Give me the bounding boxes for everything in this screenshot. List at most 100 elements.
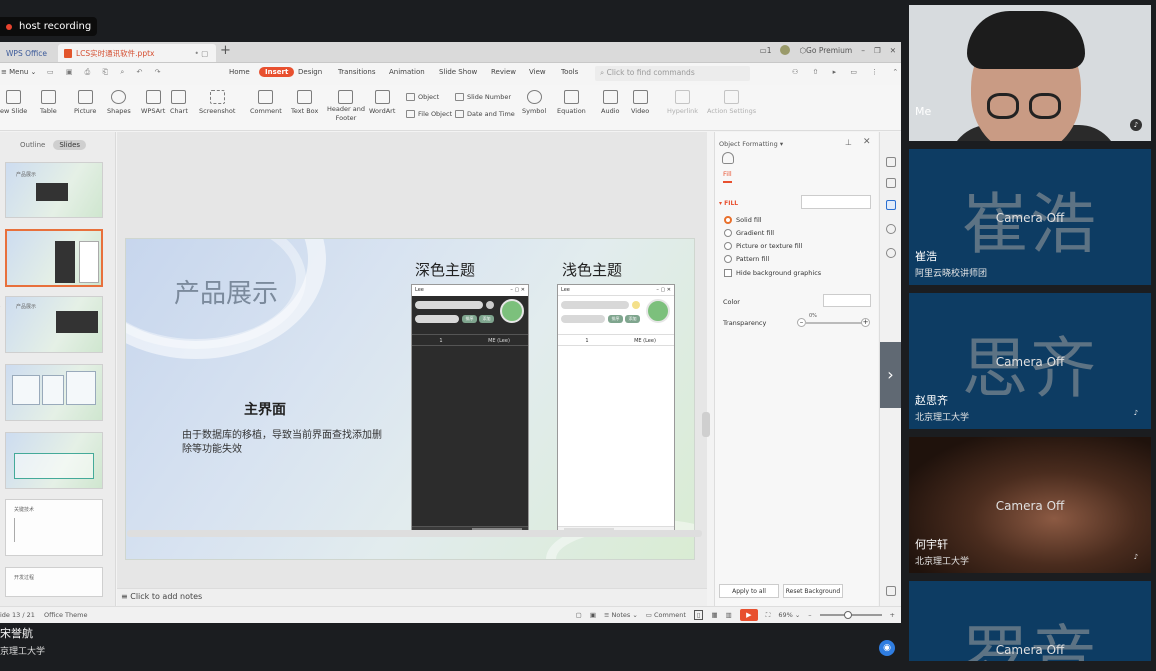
dark-theme-screenshot[interactable]: Lee – ▢ ✕ 排序 添加 1 ME (Lee) [411,284,529,534]
help-icon[interactable] [886,248,896,258]
date-time-button[interactable]: Date and Time [455,110,515,118]
comment-toggle[interactable]: ▭ Comment [646,611,686,619]
video-button[interactable]: Video [631,90,649,115]
slide-description[interactable]: 由于数据库的移植，导致当前界面查找添加删除等功能失效 [182,429,382,457]
panel-close-icon[interactable]: ✕ [863,137,871,147]
new-tab-button[interactable]: + [220,43,231,58]
zoom-dropdown[interactable]: 69% ⌄ [778,611,800,619]
light-theme-label[interactable]: 浅色主题 [562,259,622,280]
menu-item-slide-show[interactable]: Slide Show [439,68,477,76]
chart-button[interactable]: Chart [170,90,188,115]
user-avatar-icon[interactable] [780,45,791,55]
slide-title[interactable]: 产品展示 [174,273,278,310]
menu-right-icons[interactable]: ⚇ ⇧ ▸ ▭ ⋮ ⌃ [792,68,901,76]
menu-item-design[interactable]: Design [298,68,322,76]
table-button[interactable]: Table [40,90,57,115]
go-premium-button[interactable]: ⬡Go Premium [799,46,852,55]
menu-item-transitions[interactable]: Transitions [338,68,376,76]
menu-button[interactable]: ≡ Menu ⌄ [1,68,36,76]
menu-item-review[interactable]: Review [491,68,516,76]
tab-pptx-file[interactable]: LCS实时通讯软件.pptx • ▢ [58,44,216,62]
file-object-button[interactable]: File Object [406,110,452,118]
slide-thumbnail-5[interactable] [5,364,103,421]
reading-icon[interactable]: ▣ [590,611,596,619]
fill-dropdown[interactable] [801,195,871,209]
minimize-icon[interactable]: – [861,46,865,55]
action-settings-button[interactable]: Action Settings [707,90,756,115]
participant-tile-me[interactable]: Me ♪ [909,5,1151,141]
object-button[interactable]: Object [406,93,439,101]
zoom-thumb[interactable] [843,611,852,619]
styles-icon[interactable] [886,157,896,167]
meeting-control-icon[interactable]: ◉ [879,640,895,656]
slide-thumbnail-2[interactable]: 产品展示 [5,162,103,218]
picture-button[interactable]: Picture [74,90,96,115]
quick-access-toolbar[interactable]: ▭ ▣ ⎙ ⎗ ⌕ ↶ ↷ [47,68,165,77]
main-interface-heading[interactable]: 主界面 [244,399,286,419]
participant-tile[interactable]: 思齐 Camera Off 赵思齐 北京理工大学 ♪ [909,293,1151,429]
zoom-slider[interactable] [819,611,882,619]
new-slide-button[interactable]: ew Slide [0,90,27,115]
history-icon[interactable] [886,224,896,234]
light-theme-screenshot[interactable]: Lee – ▢ ✕ 排序 添加 1 ME (Lee) [557,284,675,534]
menu-item-insert[interactable]: Insert [259,67,295,77]
menu-item-view[interactable]: View [529,68,546,76]
pattern-fill-option[interactable]: Pattern fill [724,255,769,263]
transparency-slider[interactable] [805,322,867,324]
menu-item-animation[interactable]: Animation [389,68,425,76]
reset-background-button[interactable]: Reset Background [783,584,843,598]
hide-background-checkbox[interactable]: Hide background graphics [724,269,821,277]
object-formatting-icon[interactable] [886,200,896,210]
fill-section-heading[interactable]: ▾ FILL [719,200,738,207]
command-search-input[interactable]: ⌕ Click to find commands [595,66,750,81]
picture-fill-option[interactable]: Picture or texture fill [724,242,802,250]
symbol-button[interactable]: Symbol [522,90,546,115]
grid-icon[interactable] [886,586,896,596]
slide-thumbnail-3-selected[interactable] [5,229,103,287]
slide-sorter-icon[interactable]: ▦ [711,611,717,619]
pin-icon[interactable]: ⊥ [845,138,852,147]
slide-thumbnail-8[interactable]: 开发过程 [5,567,103,597]
menu-item-home[interactable]: Home [229,68,250,76]
tab-close-icon[interactable]: • ▢ [194,49,208,58]
menu-item-tools[interactable]: Tools [561,68,578,76]
participant-tile[interactable]: Camera Off 何宇轩 北京理工大学 ♪ [909,437,1151,573]
notes-bar[interactable]: ≡ Click to add notes [117,588,707,606]
audio-button[interactable]: Audio [601,90,619,115]
solid-fill-option[interactable]: Solid fill [724,216,762,224]
equation-button[interactable]: Equation [557,90,586,115]
zoom-out-icon[interactable]: – [808,611,811,619]
slide-thumbnail-4[interactable]: 产品展示 [5,296,103,353]
shapes-button[interactable]: Shapes [107,90,131,115]
fit-window-icon[interactable]: ⛶ [766,611,771,620]
wpsart-button[interactable]: WPSArt [141,90,165,115]
normal-view-icon[interactable]: ▯ [693,610,704,620]
tab-slides[interactable]: Slides [53,140,87,150]
participant-tile[interactable]: 崔浩 Camera Off 崔浩 阿里云晓校讲师团 [909,149,1151,285]
window-layout-icon[interactable]: ▭1 [760,46,772,55]
reading-view-icon[interactable]: ▥ [726,611,732,619]
comment-button[interactable]: Comment [250,90,282,115]
horizontal-scrollbar[interactable] [127,530,702,537]
color-dropdown[interactable] [823,294,871,307]
animation-icon[interactable] [886,178,896,188]
fit-icon[interactable]: ▢ [576,611,582,619]
restore-icon[interactable]: ❐ [874,46,881,55]
text-box-button[interactable]: Text Box [291,90,318,115]
screenshot-button[interactable]: Screenshot [199,90,235,115]
participant-tile[interactable]: 罗音 Camera Off [909,581,1151,661]
slide-thumbnail-6[interactable] [5,432,103,489]
slide-number-button[interactable]: Slide Number [455,93,511,101]
current-slide[interactable]: 产品展示 主界面 由于数据库的移植，导致当前界面查找添加删除等功能失效 深色主题… [125,238,695,560]
wordart-button[interactable]: WordArt [369,90,395,115]
gradient-fill-option[interactable]: Gradient fill [724,229,774,237]
vertical-scrollbar[interactable] [702,412,710,437]
tab-outline[interactable]: Outline [20,141,45,149]
next-slide-arrow-icon[interactable]: › [880,342,901,408]
zoom-in-icon[interactable]: + [890,611,895,619]
fill-tab[interactable]: Fill [723,170,732,183]
hyperlink-button[interactable]: Hyperlink [667,90,698,115]
close-icon[interactable]: ✕ [890,46,896,55]
increase-icon[interactable]: + [861,318,870,327]
header-footer-button[interactable]: Header and Footer [327,90,365,122]
